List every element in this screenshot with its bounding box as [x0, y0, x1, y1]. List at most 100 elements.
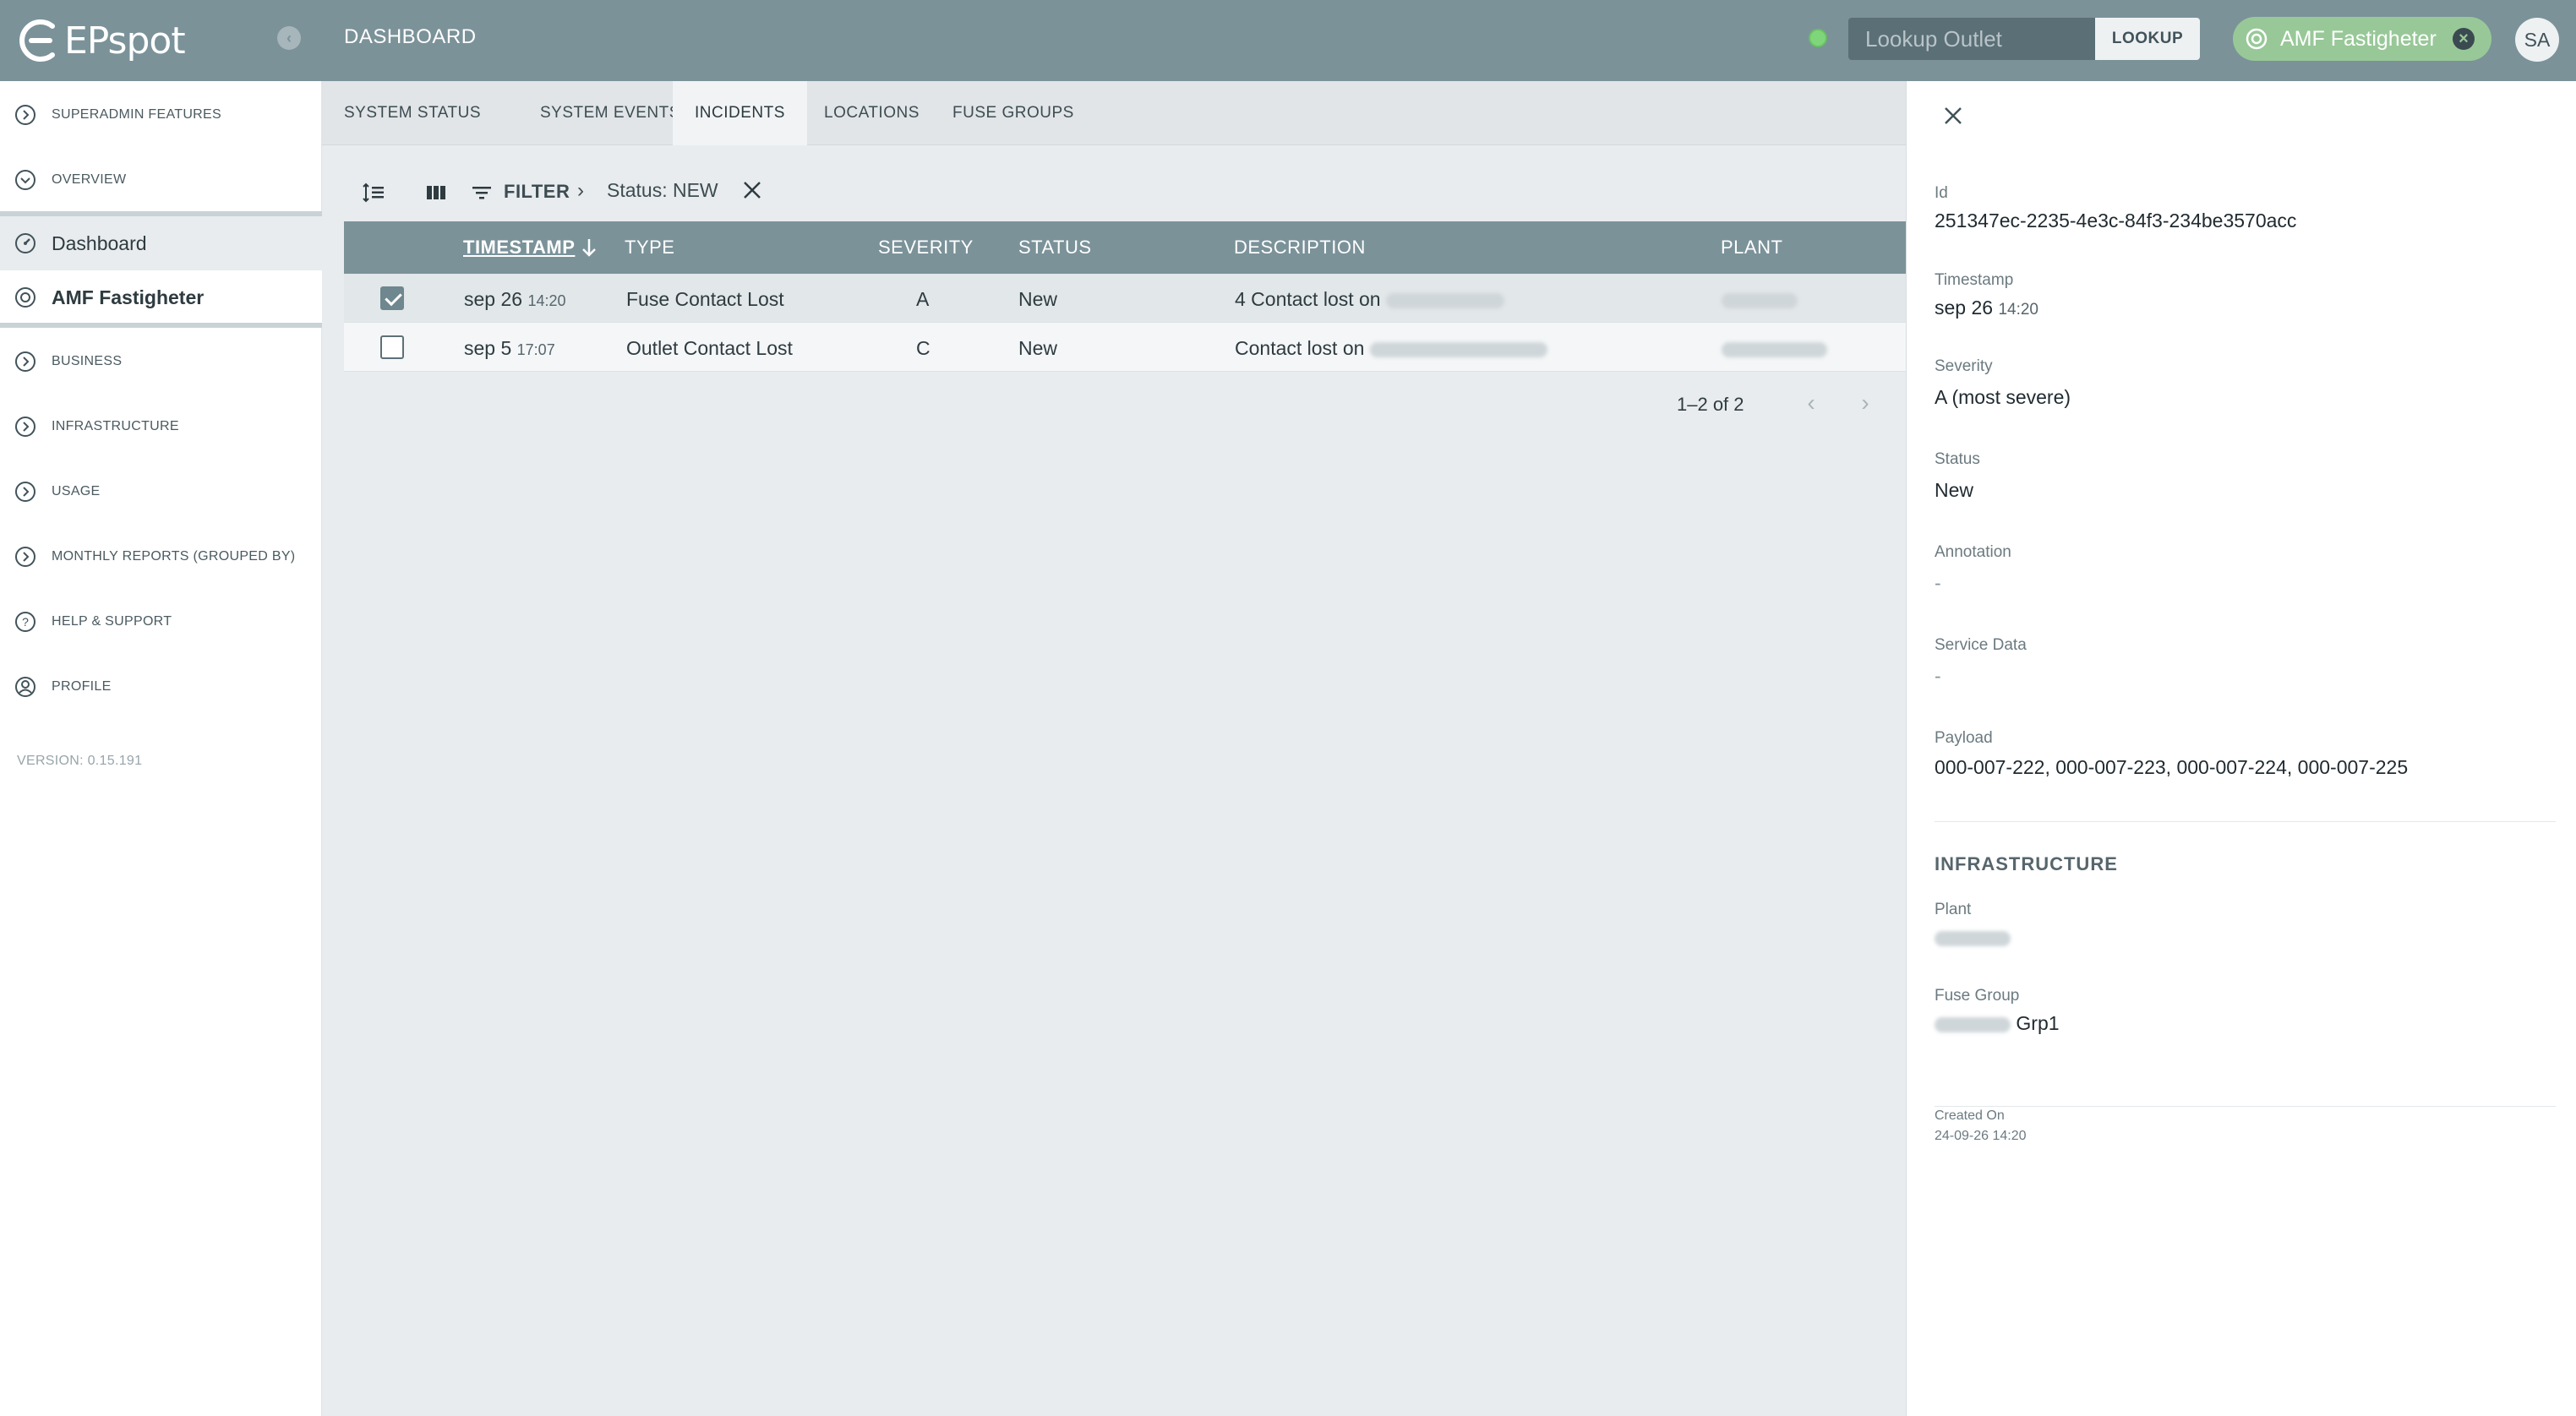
service-data-value: - [1935, 665, 1941, 687]
chevron-circle-icon [15, 170, 35, 190]
row-description-text: 4 Contact lost on [1235, 288, 1381, 310]
overview-submenu: Dashboard AMF Fastigheter [0, 211, 322, 328]
sidebar-item-amf-fastigheter[interactable]: AMF Fastigheter [0, 270, 322, 324]
brand-name: EPspot [64, 19, 186, 63]
chevron-circle-icon [15, 417, 35, 437]
row-description: Contact lost on [1235, 337, 1547, 360]
sidebar-item-label: HELP & SUPPORT [52, 614, 172, 629]
tab-locations[interactable]: LOCATIONS [802, 81, 941, 145]
row-description: 4 Contact lost on [1235, 288, 1504, 311]
row-plant [1722, 337, 1827, 360]
chevron-circle-icon [15, 351, 35, 372]
sort-descending-icon[interactable] [580, 237, 598, 259]
filter-icon[interactable] [471, 182, 493, 203]
timestamp-value: sep 26 14:20 [1935, 297, 2038, 319]
tab-system-status[interactable]: SYSTEM STATUS [322, 81, 503, 145]
dashboard-icon [15, 233, 35, 253]
lookup-button[interactable]: LOOKUP [2095, 18, 2200, 60]
sidebar-item-overview[interactable]: OVERVIEW [0, 148, 322, 212]
row-plant [1722, 288, 1798, 311]
id-label: Id [1935, 184, 1948, 202]
row-type: Fuse Contact Lost [626, 288, 784, 310]
created-on-label: Created On [1935, 1108, 2005, 1123]
sidebar-item-label: AMF Fastigheter [52, 286, 205, 308]
page-title: DASHBOARD [344, 25, 477, 48]
site-chip[interactable]: AMF Fastigheter × [2233, 17, 2491, 61]
sidebar-item-label: INFRASTRUCTURE [52, 419, 179, 433]
chevron-right-icon: › [577, 179, 584, 202]
redacted-text [1369, 341, 1547, 357]
column-header-severity[interactable]: SEVERITY [878, 237, 974, 259]
row-checkbox[interactable] [380, 335, 404, 359]
column-header-description[interactable]: DESCRIPTION [1234, 237, 1366, 259]
close-icon[interactable] [1939, 101, 1967, 130]
columns-icon[interactable] [425, 182, 447, 203]
status-label: Status [1935, 450, 1980, 468]
connection-status-indicator [1809, 29, 1827, 47]
table-row[interactable]: sep 5 17:07 Outlet Contact Lost C New Co… [344, 323, 1906, 372]
active-filter-chip[interactable]: Status: NEW [607, 179, 718, 202]
sidebar-item-usage[interactable]: USAGE [0, 460, 322, 524]
infrastructure-section-title: INFRASTRUCTURE [1935, 853, 2118, 874]
sidebar-item-profile[interactable]: PROFILE [0, 655, 322, 719]
help-circle-icon: ? [15, 612, 35, 632]
sidebar-item-dashboard[interactable]: Dashboard [0, 216, 322, 270]
column-header-plant[interactable]: PLANT [1721, 237, 1782, 259]
service-data-label: Service Data [1935, 636, 2027, 654]
pagination-label: 1–2 of 2 [1677, 394, 1744, 415]
density-icon[interactable] [363, 182, 385, 203]
row-description-text: Contact lost on [1235, 337, 1365, 359]
column-header-status[interactable]: STATUS [1018, 237, 1092, 259]
chevron-circle-icon [15, 547, 35, 567]
sidebar-item-label: SUPERADMIN FEATURES [52, 107, 221, 122]
row-timestamp: sep 26 14:20 [464, 288, 566, 311]
redacted-text [1722, 341, 1827, 357]
next-page-icon[interactable]: › [1853, 391, 1878, 417]
sidebar-item-label: MONTHLY REPORTS (GROUPED BY) [52, 549, 296, 564]
row-time: 14:20 [527, 292, 566, 309]
column-header-timestamp[interactable]: TIMESTAMP [463, 237, 575, 259]
epspot-logo-icon [19, 19, 55, 62]
sidebar-item-label: OVERVIEW [52, 172, 127, 187]
timestamp-label: Timestamp [1935, 271, 2014, 289]
sidebar-item-label: Dashboard [52, 231, 147, 254]
profile-icon [15, 677, 35, 697]
collapse-sidebar-icon[interactable]: ‹ [277, 26, 301, 50]
severity-label: Severity [1935, 357, 1993, 375]
site-icon [2246, 28, 2268, 50]
payload-value: 000-007-222, 000-007-223, 000-007-224, 0… [1935, 756, 2409, 778]
sidebar-item-monthly-reports[interactable]: MONTHLY REPORTS (GROUPED BY) [0, 525, 322, 589]
row-severity: C [916, 337, 931, 359]
previous-page-icon[interactable]: ‹ [1798, 391, 1824, 417]
sidebar: SUPERADMIN FEATURES OVERVIEW Dashboard A… [0, 81, 322, 1416]
severity-value: A (most severe) [1935, 386, 2071, 408]
redacted-text [1386, 292, 1504, 308]
epspot-logo[interactable]: EPspot [15, 17, 186, 64]
sidebar-item-superadmin-features[interactable]: SUPERADMIN FEATURES [0, 83, 322, 147]
user-avatar[interactable]: SA [2515, 18, 2559, 62]
row-checkbox[interactable] [380, 286, 404, 310]
status-value: New [1935, 479, 1974, 501]
site-chip-label: AMF Fastigheter [2280, 26, 2437, 51]
filter-button[interactable]: FILTER [504, 181, 570, 203]
chevron-circle-icon [15, 105, 35, 125]
fuse-group-label: Fuse Group [1935, 987, 2020, 1005]
id-value: 251347ec-2235-4e3c-84f3-234be3570acc [1935, 210, 2297, 231]
column-header-type[interactable]: TYPE [625, 237, 674, 259]
sidebar-item-infrastructure[interactable]: INFRASTRUCTURE [0, 395, 322, 459]
incidents-table: TIMESTAMP TYPE SEVERITY STATUS DESCRIPTI… [344, 221, 1906, 372]
incident-detail-panel: Id 251347ec-2235-4e3c-84f3-234be3570acc … [1906, 81, 2576, 1416]
sidebar-item-business[interactable]: BUSINESS [0, 329, 322, 394]
table-row[interactable]: sep 26 14:20 Fuse Contact Lost A New 4 C… [344, 274, 1906, 323]
row-time: 17:07 [516, 341, 555, 358]
lookup-outlet-input[interactable] [1848, 18, 2095, 60]
plant-value [1935, 926, 2011, 949]
tab-fuse-groups[interactable]: FUSE GROUPS [931, 81, 1096, 145]
redacted-text [1935, 1016, 2011, 1032]
tab-incidents[interactable]: INCIDENTS [673, 81, 807, 145]
clear-filter-icon[interactable] [740, 177, 765, 203]
plant-label: Plant [1935, 901, 1972, 918]
clear-site-icon[interactable]: × [2453, 28, 2475, 50]
table-header: TIMESTAMP TYPE SEVERITY STATUS DESCRIPTI… [344, 221, 1906, 274]
sidebar-item-help-support[interactable]: ? HELP & SUPPORT [0, 590, 322, 654]
